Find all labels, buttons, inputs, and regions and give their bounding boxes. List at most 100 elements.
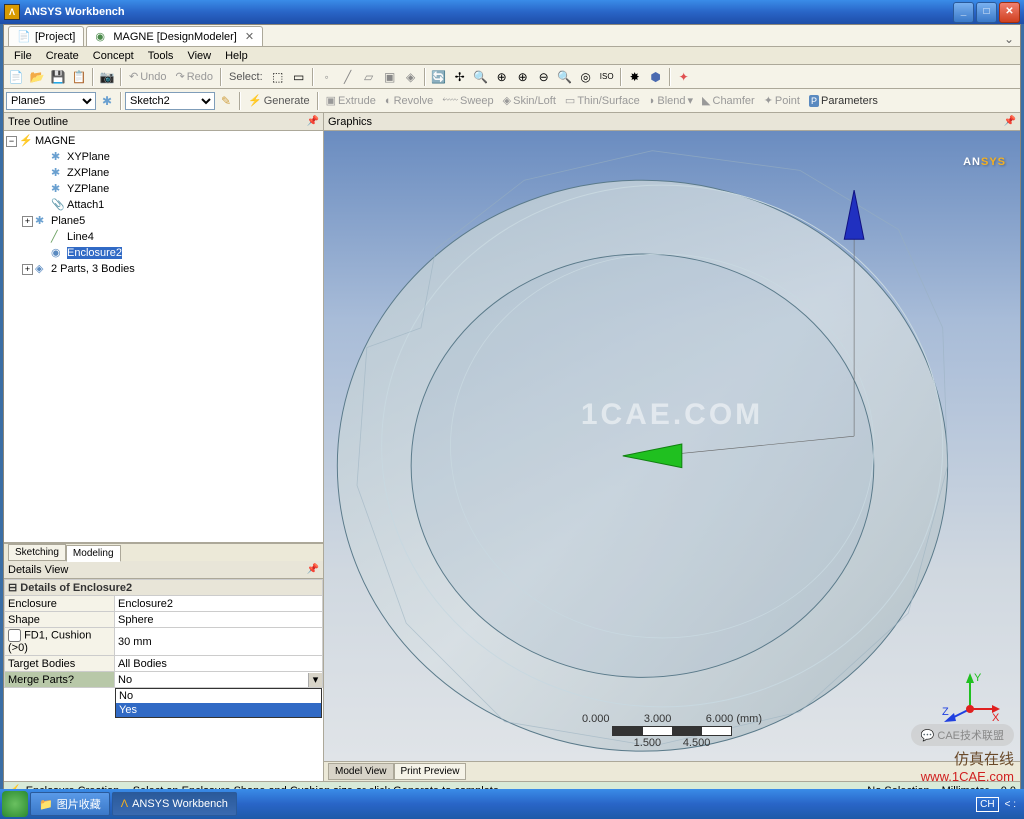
merge-dropdown-list[interactable]: No Yes bbox=[115, 688, 322, 718]
tray-icon[interactable]: < : bbox=[1005, 799, 1016, 810]
menubar: File Create Concept Tools View Help bbox=[4, 47, 1020, 65]
camera-icon[interactable]: 📷 bbox=[97, 67, 117, 87]
pin-icon[interactable]: 📌 bbox=[1004, 116, 1016, 127]
cushion-checkbox[interactable] bbox=[8, 629, 21, 642]
tree-node-attach1[interactable]: 📎Attach1 bbox=[6, 197, 321, 213]
separator bbox=[317, 92, 319, 110]
zoom-in-icon[interactable]: ⊕ bbox=[513, 67, 533, 87]
tab-close-icon[interactable]: ✕ bbox=[245, 30, 254, 43]
menu-tools[interactable]: Tools bbox=[142, 49, 180, 63]
project-icon: 📄 bbox=[17, 30, 31, 44]
tree-node-xyplane[interactable]: ✱XYPlane bbox=[6, 149, 321, 165]
suppress-icon[interactable]: ✸ bbox=[625, 67, 645, 87]
lookat-prev-icon[interactable]: ◎ bbox=[576, 67, 596, 87]
zoom-box-icon[interactable]: 🔍 bbox=[471, 67, 491, 87]
tree-node-yzplane[interactable]: ✱YZPlane bbox=[6, 181, 321, 197]
new-icon[interactable]: 📄 bbox=[6, 67, 26, 87]
zoom-fit-icon[interactable]: ⊕ bbox=[492, 67, 512, 87]
tab-project[interactable]: 📄 [Project] bbox=[8, 26, 84, 46]
pin-icon[interactable]: 📌 bbox=[307, 564, 319, 575]
start-button[interactable] bbox=[2, 791, 28, 817]
tree-node-parts[interactable]: +◈2 Parts, 3 Bodies bbox=[6, 261, 321, 277]
taskbar-item-ansys[interactable]: ΛANSYS Workbench bbox=[112, 792, 237, 816]
parameters-button[interactable]: PParameters bbox=[805, 95, 882, 107]
menu-create[interactable]: Create bbox=[40, 49, 85, 63]
select-label: Select: bbox=[225, 71, 267, 83]
tab-model-view[interactable]: Model View bbox=[328, 763, 394, 780]
tree-node-zxplane[interactable]: ✱ZXPlane bbox=[6, 165, 321, 181]
view-triad[interactable]: X Y Z bbox=[940, 671, 1000, 731]
revolve-button[interactable]: ◐Revolve bbox=[381, 95, 437, 107]
extrude-button[interactable]: ▣Extrude bbox=[322, 94, 380, 107]
details-row-target[interactable]: Target BodiesAll Bodies bbox=[5, 656, 323, 672]
dropdown-option-no[interactable]: No bbox=[116, 689, 321, 703]
minimize-button[interactable]: _ bbox=[953, 2, 974, 23]
undo-button[interactable]: ↶Undo bbox=[125, 70, 171, 83]
select-body-icon[interactable]: ▣ bbox=[380, 67, 400, 87]
details-row-enclosure[interactable]: EnclosureEnclosure2 bbox=[5, 596, 323, 612]
menu-concept[interactable]: Concept bbox=[87, 49, 140, 63]
toolbar-main: 📄 📂 💾 📋 📷 ↶Undo ↷Redo Select: ⬚ ▭ ◦ ╱ ▱ … bbox=[4, 65, 1020, 89]
zoom-out-icon[interactable]: ⊖ bbox=[534, 67, 554, 87]
thinsurface-button[interactable]: ▭Thin/Surface bbox=[561, 94, 644, 107]
tab-print-preview[interactable]: Print Preview bbox=[394, 763, 467, 780]
select-edge-icon[interactable]: ▭ bbox=[289, 67, 309, 87]
sweep-button[interactable]: ⬳Sweep bbox=[438, 94, 497, 107]
save-icon[interactable]: 💾 bbox=[48, 67, 68, 87]
lookat-icon[interactable]: 🔍 bbox=[555, 67, 575, 87]
select-all-icon[interactable]: ◈ bbox=[401, 67, 421, 87]
details-row-cushion[interactable]: FD1, Cushion (>0)30 mm bbox=[5, 628, 323, 656]
blend-button[interactable]: ◗Blend ▾ bbox=[645, 94, 697, 107]
select-line-icon[interactable]: ╱ bbox=[338, 67, 358, 87]
tree-tabs: Sketching Modeling bbox=[4, 543, 323, 561]
separator bbox=[312, 68, 314, 86]
rotate-icon[interactable]: 🔄 bbox=[429, 67, 449, 87]
menu-file[interactable]: File bbox=[8, 49, 38, 63]
pin-icon[interactable]: 📌 bbox=[307, 116, 319, 127]
redo-button[interactable]: ↷Redo bbox=[172, 70, 218, 83]
iso-icon[interactable]: ISO bbox=[597, 67, 617, 87]
chamfer-button[interactable]: ◣Chamfer bbox=[698, 94, 759, 107]
maximize-button[interactable]: □ bbox=[976, 2, 997, 23]
close-button[interactable]: ✕ bbox=[999, 2, 1020, 23]
color-icon[interactable]: ✦ bbox=[674, 67, 694, 87]
open-icon[interactable]: 📂 bbox=[27, 67, 47, 87]
separator bbox=[220, 68, 222, 86]
sketch-combo[interactable]: Sketch2 bbox=[125, 92, 215, 110]
new-sketch-icon[interactable]: ✎ bbox=[216, 91, 236, 111]
new-plane-icon[interactable]: ✱ bbox=[97, 91, 117, 111]
tree-root[interactable]: −⚡ MAGNE bbox=[6, 133, 321, 149]
tab-dropdown-icon[interactable]: ⌄ bbox=[1004, 32, 1020, 46]
select-vertex-icon[interactable]: ⬚ bbox=[268, 67, 288, 87]
lang-indicator[interactable]: CH bbox=[976, 797, 998, 812]
tree-outline[interactable]: −⚡ MAGNE ✱XYPlane ✱ZXPlane ✱YZPlane 📎Att… bbox=[4, 131, 323, 543]
tree-node-line4[interactable]: ╱Line4 bbox=[6, 229, 321, 245]
menu-view[interactable]: View bbox=[181, 49, 217, 63]
display-icon[interactable]: ⬢ bbox=[646, 67, 666, 87]
details-row-merge[interactable]: Merge Parts? No▾ No Yes bbox=[5, 672, 323, 688]
tab-modeling[interactable]: Modeling bbox=[66, 545, 121, 562]
tree-node-plane5[interactable]: +✱Plane5 bbox=[6, 213, 321, 229]
app-icon: Λ bbox=[4, 4, 20, 20]
dropdown-option-yes[interactable]: Yes bbox=[116, 703, 321, 717]
export-icon[interactable]: 📋 bbox=[69, 67, 89, 87]
select-face-icon[interactable]: ▱ bbox=[359, 67, 379, 87]
point-button[interactable]: ✦Point bbox=[760, 94, 804, 107]
tab-sketching[interactable]: Sketching bbox=[8, 544, 66, 561]
taskbar-item-pictures[interactable]: 📁图片收藏 bbox=[30, 792, 110, 816]
graphics-viewport[interactable]: ANSYS 1CAE.COM X Y Z 0.0003.0006.000 (mm… bbox=[324, 131, 1020, 761]
pan-icon[interactable]: ✢ bbox=[450, 67, 470, 87]
skinloft-button[interactable]: ◈Skin/Loft bbox=[499, 94, 560, 107]
tree-node-enclosure2[interactable]: ◉Enclosure2 bbox=[6, 245, 321, 261]
menu-help[interactable]: Help bbox=[219, 49, 254, 63]
select-point-icon[interactable]: ◦ bbox=[317, 67, 337, 87]
generate-button[interactable]: ⚡Generate bbox=[244, 94, 314, 107]
details-row-shape[interactable]: ShapeSphere bbox=[5, 612, 323, 628]
dropdown-arrow-icon[interactable]: ▾ bbox=[308, 673, 322, 687]
plane-combo[interactable]: Plane5 bbox=[6, 92, 96, 110]
separator bbox=[424, 68, 426, 86]
graphics-header: Graphics 📌 bbox=[324, 113, 1020, 131]
separator bbox=[620, 68, 622, 86]
tab-designmodeler[interactable]: ◉ MAGNE [DesignModeler] ✕ bbox=[86, 26, 263, 46]
os-taskbar: 📁图片收藏 ΛANSYS Workbench CH < : bbox=[0, 789, 1024, 819]
